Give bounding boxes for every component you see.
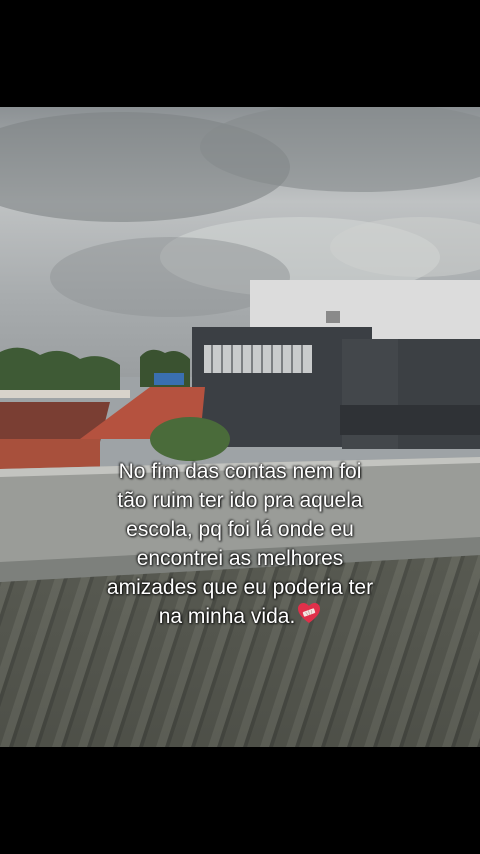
caption-line: amizades que eu poderia ter <box>106 576 374 599</box>
caption-text: No fim das contas nem foi tão ruim ter i… <box>40 457 440 632</box>
caption-line: No fim das contas nem foi <box>118 460 362 483</box>
caption-line: na minha vida. <box>158 605 296 628</box>
water-tank <box>154 373 184 385</box>
caption-line-last: na minha vida. <box>40 602 440 632</box>
tree <box>150 417 230 461</box>
wall <box>0 390 130 398</box>
caption-line: tão ruim ter ido pra aquela <box>117 489 363 512</box>
video-frame: No fim das contas nem foi tão ruim ter i… <box>0 0 480 854</box>
caption-line: encontrei as melhores <box>136 547 344 570</box>
ac-unit <box>326 311 340 323</box>
rooftop-photo <box>0 107 480 747</box>
rooftop-scene <box>0 107 480 747</box>
canopy <box>340 405 480 435</box>
mending-heart-icon <box>297 602 321 632</box>
caption-line: escola, pq foi lá onde eu <box>126 518 354 541</box>
window-grille <box>204 345 312 373</box>
